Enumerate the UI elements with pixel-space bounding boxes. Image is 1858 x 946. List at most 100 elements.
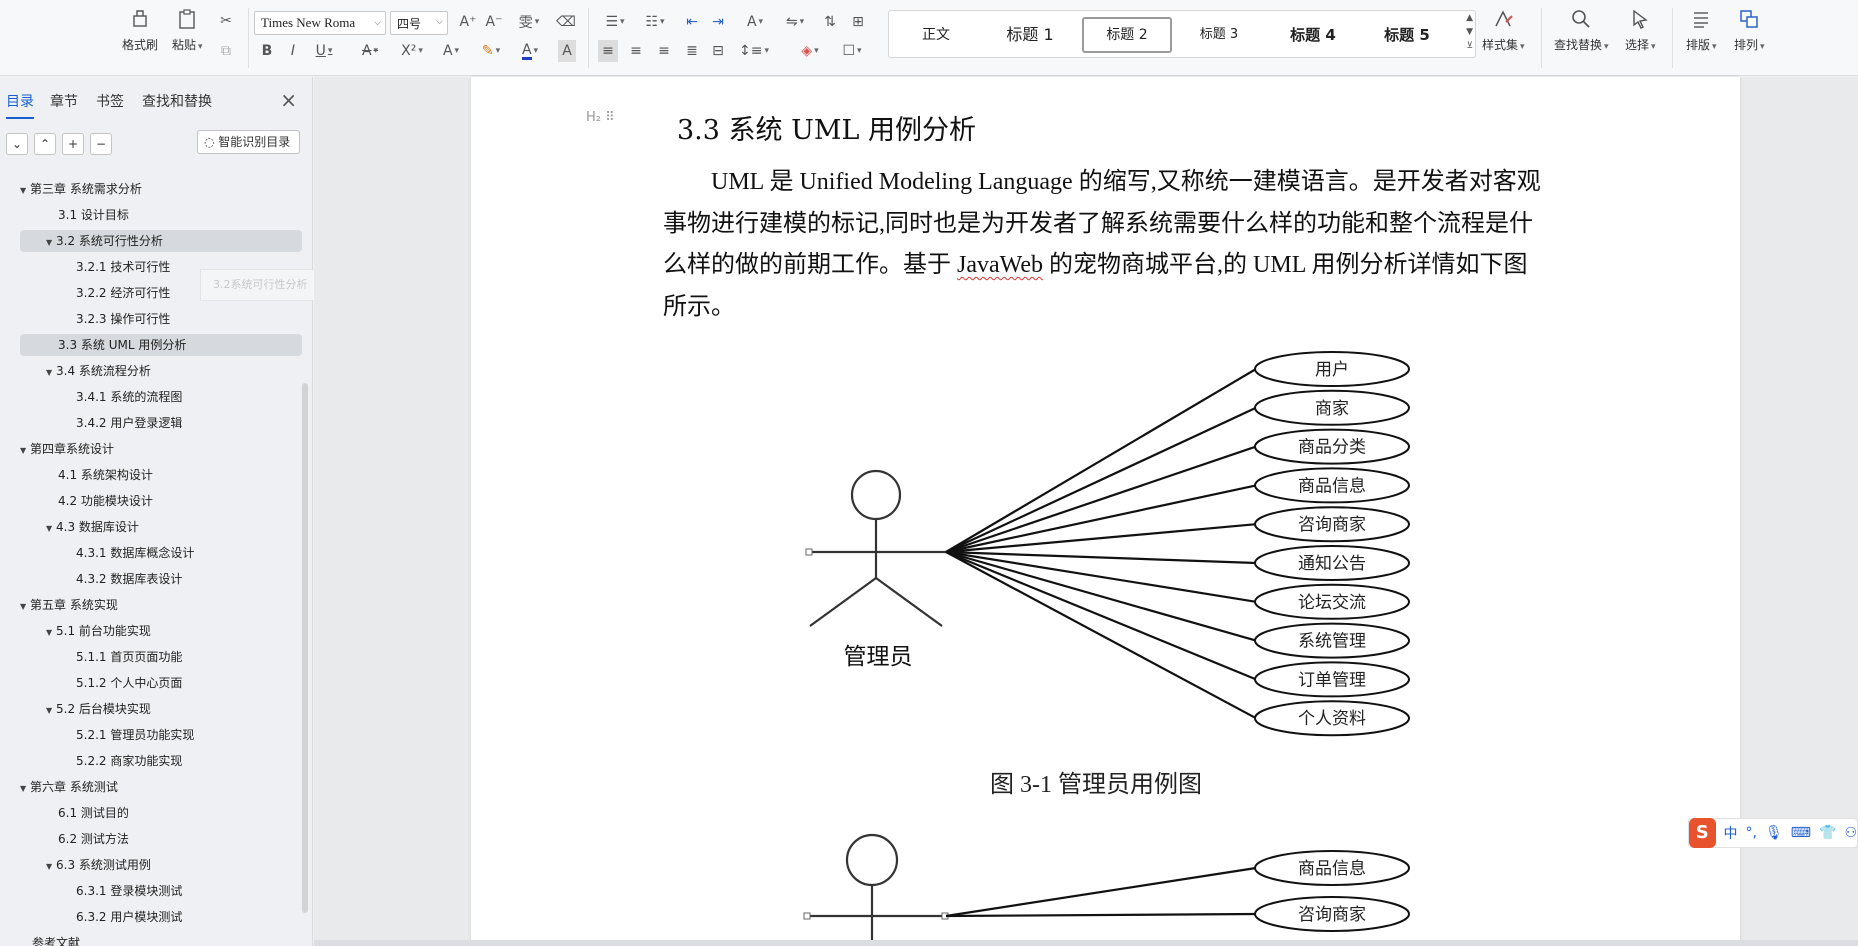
collapse-all-icon[interactable]: ⌄ bbox=[6, 133, 28, 155]
style-set-button[interactable]: 样式集 ▾ bbox=[1482, 6, 1525, 53]
distribute-icon[interactable]: ⊟ bbox=[708, 40, 728, 62]
font-name-select[interactable]: Times New Roma ⌵ bbox=[254, 11, 386, 35]
horizontal-scrollbar[interactable] bbox=[314, 940, 1858, 946]
expand-arrow-icon[interactable]: ▼ bbox=[46, 518, 56, 540]
bullet-list-icon[interactable]: ☰ ▾ bbox=[600, 11, 630, 33]
sort-icon[interactable]: ⇅ bbox=[820, 11, 840, 33]
phonetic-icon[interactable]: 雯 ▾ bbox=[514, 11, 544, 33]
layout-button[interactable]: 排版 ▾ bbox=[1686, 6, 1717, 53]
show-marks-icon[interactable]: ⊞ bbox=[848, 11, 868, 33]
increase-indent-icon[interactable]: ⇥ bbox=[708, 11, 728, 33]
plus-icon[interactable]: + bbox=[62, 133, 84, 155]
expand-arrow-icon[interactable]: ▼ bbox=[46, 856, 56, 878]
italic-icon[interactable]: I bbox=[284, 40, 302, 62]
style-heading-2[interactable]: 标题 2 bbox=[1082, 17, 1172, 53]
toc-item[interactable]: 3.4.1 系统的流程图 bbox=[20, 386, 302, 408]
toc-item[interactable]: ▼ 3.2 系统可行性分析 bbox=[20, 230, 302, 252]
toc-item[interactable]: 4.2 功能模块设计 bbox=[20, 490, 302, 512]
style-scroll-down-icon[interactable]: ▼ bbox=[1466, 27, 1473, 37]
paste-button[interactable]: 粘贴 ▾ bbox=[172, 6, 203, 53]
align-right-icon[interactable]: ≡ bbox=[654, 40, 674, 62]
expand-arrow-icon[interactable]: ▼ bbox=[20, 440, 30, 462]
expand-arrow-icon[interactable]: ▼ bbox=[46, 232, 56, 254]
toc-item[interactable]: 3.2.3 操作可行性 bbox=[20, 308, 302, 330]
expand-arrow-icon[interactable]: ▼ bbox=[20, 778, 30, 800]
grow-font-icon[interactable]: A⁺ bbox=[458, 11, 478, 33]
toc-item[interactable]: 3.1 设计目标 bbox=[20, 204, 302, 226]
arrange-button[interactable]: 排列 ▾ bbox=[1734, 6, 1765, 53]
shrink-font-icon[interactable]: A⁻ bbox=[484, 11, 504, 33]
border-icon[interactable]: ☐ ▾ bbox=[836, 40, 868, 62]
tab-toc[interactable]: 目录 bbox=[6, 91, 34, 119]
microphone-icon[interactable]: 🎙 bbox=[1765, 825, 1783, 841]
cut-icon[interactable]: ✂ bbox=[216, 10, 236, 32]
use-case-diagram-2[interactable]: 商品信息咨询商家 bbox=[790, 830, 1430, 942]
body-paragraph[interactable]: UML 是 Unified Modeling Language 的缩写,又称统一… bbox=[663, 162, 1549, 328]
smart-toc-button[interactable]: ◌ 智能识别目录 bbox=[197, 130, 300, 154]
spellcheck-word[interactable]: JavaWeb bbox=[957, 252, 1043, 278]
section-heading[interactable]: 3.3 系统 UML 用例分析 bbox=[677, 108, 976, 147]
tab-bookmarks[interactable]: 书签 bbox=[96, 91, 124, 111]
toc-item[interactable]: 参考文献 bbox=[20, 932, 302, 946]
toc-item[interactable]: 5.2.2 商家功能实现 bbox=[20, 750, 302, 772]
ime-mode[interactable]: 中 bbox=[1724, 823, 1738, 843]
toc-item[interactable]: ▼ 6.3 系统测试用例 bbox=[20, 854, 302, 876]
toc-item[interactable]: 4.1 系统架构设计 bbox=[20, 464, 302, 486]
toc-item[interactable]: ▼ 3.4 系统流程分析 bbox=[20, 360, 302, 382]
expand-arrow-icon[interactable]: ▼ bbox=[46, 700, 56, 722]
skin-icon[interactable]: 👕 bbox=[1819, 825, 1836, 841]
toc-item[interactable]: 4.3.2 数据库表设计 bbox=[20, 568, 302, 590]
tab-find-replace[interactable]: 查找和替换 bbox=[142, 91, 212, 111]
toc-item[interactable]: 5.1.1 首页页面功能 bbox=[20, 646, 302, 668]
tab-chapters[interactable]: 章节 bbox=[50, 91, 78, 111]
select-button[interactable]: 选择 ▾ bbox=[1625, 6, 1656, 53]
text-direction-icon[interactable]: ⇋ ▾ bbox=[780, 11, 810, 33]
underline-icon[interactable]: U ▾ bbox=[310, 40, 338, 62]
toc-item[interactable]: 3.4.2 用户登录逻辑 bbox=[20, 412, 302, 434]
find-replace-button[interactable]: 查找替换 ▾ bbox=[1554, 6, 1609, 53]
minus-icon[interactable]: − bbox=[90, 133, 112, 155]
sidebar-scrollbar[interactable] bbox=[302, 383, 308, 913]
number-list-icon[interactable]: ☷ ▾ bbox=[640, 11, 670, 33]
font-color-icon[interactable]: A ▾ bbox=[514, 40, 546, 62]
font-size-select[interactable]: 四号 ⌵ bbox=[390, 11, 448, 35]
copy-icon[interactable]: ⧉ bbox=[216, 40, 236, 62]
style-heading-3[interactable]: 标题 3 bbox=[1172, 17, 1266, 53]
more-icon[interactable]: ⚇ bbox=[1844, 825, 1857, 841]
highlight-icon[interactable]: ✎ ▾ bbox=[476, 40, 506, 62]
text-effect-icon[interactable]: A ▾ bbox=[436, 40, 466, 62]
style-scroll-up-icon[interactable]: ▲ bbox=[1466, 13, 1473, 23]
char-scale-icon[interactable]: A ▾ bbox=[740, 11, 770, 33]
close-icon[interactable]: × bbox=[280, 88, 297, 112]
strikethrough-icon[interactable]: A ▾ bbox=[356, 40, 384, 62]
toc-item[interactable]: 5.1.2 个人中心页面 bbox=[20, 672, 302, 694]
char-shading-icon[interactable]: A bbox=[558, 40, 576, 62]
toc-item[interactable]: ▼ 第六章 系统测试 bbox=[20, 776, 302, 798]
expand-arrow-icon[interactable]: ▼ bbox=[20, 180, 30, 202]
toc-item[interactable]: ▼ 第五章 系统实现 bbox=[20, 594, 302, 616]
style-expand-icon[interactable]: ⊻ bbox=[1466, 41, 1473, 51]
toc-item[interactable]: ▼ 第三章 系统需求分析 bbox=[20, 178, 302, 200]
style-heading-1[interactable]: 标题 1 bbox=[983, 17, 1077, 53]
shading-icon[interactable]: ◈ ▾ bbox=[794, 40, 826, 62]
decrease-indent-icon[interactable]: ⇤ bbox=[682, 11, 702, 33]
toc-item[interactable]: 6.2 测试方法 bbox=[20, 828, 302, 850]
toc-item[interactable]: ▼ 4.3 数据库设计 bbox=[20, 516, 302, 538]
toc-item[interactable]: 6.3.1 登录模块测试 bbox=[20, 880, 302, 902]
punctuation-icon[interactable]: °, bbox=[1746, 825, 1757, 841]
justify-icon[interactable]: ≣ bbox=[682, 40, 702, 62]
align-left-icon[interactable]: ≡ bbox=[598, 40, 618, 62]
use-case-diagram[interactable]: 用户商家商品分类商品信息咨询商家通知公告论坛交流系统管理订单管理个人资料 管理员 bbox=[790, 340, 1430, 740]
toc-item[interactable]: ▼ 第四章系统设计 bbox=[20, 438, 302, 460]
figure-caption[interactable]: 图 3-1 管理员用例图 bbox=[990, 764, 1202, 799]
expand-arrow-icon[interactable]: ▼ bbox=[46, 622, 56, 644]
style-heading-5[interactable]: 标题 5 bbox=[1360, 17, 1454, 53]
heading-level-marker[interactable]: H₂ ⠿ bbox=[586, 110, 615, 125]
bold-icon[interactable]: B bbox=[258, 40, 276, 62]
style-normal[interactable]: 正文 bbox=[889, 17, 983, 53]
toc-item[interactable]: 4.3.1 数据库概念设计 bbox=[20, 542, 302, 564]
chevron-up-icon[interactable]: ⌃ bbox=[34, 133, 56, 155]
line-spacing-icon[interactable]: ↕≡ ▾ bbox=[738, 40, 770, 62]
clear-format-icon[interactable]: ⌫ bbox=[556, 11, 576, 33]
toc-item[interactable]: ▼ 5.1 前台功能实现 bbox=[20, 620, 302, 642]
